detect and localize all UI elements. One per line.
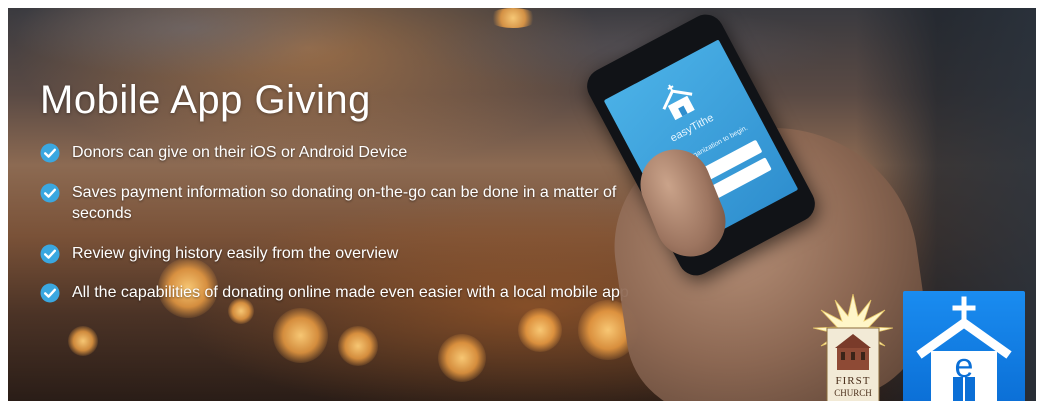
app-icon-letter: e xyxy=(955,347,974,385)
feature-item: Saves payment information so donating on… xyxy=(40,182,630,224)
church-logo: FIRST CHURCH xyxy=(813,294,893,401)
bokeh-light xyxy=(488,8,538,28)
feature-list: Donors can give on their iOS or Android … xyxy=(40,142,630,303)
church-logo-line1: FIRST xyxy=(836,375,871,387)
app-icon: e xyxy=(903,291,1025,401)
bokeh-light xyxy=(273,308,328,363)
feature-text: Saves payment information so donating on… xyxy=(72,184,617,222)
check-circle-icon xyxy=(40,244,60,264)
feature-text: Review giving history easily from the ov… xyxy=(72,245,399,262)
church-logo-line2: CHURCH xyxy=(834,388,872,398)
feature-item: Donors can give on their iOS or Android … xyxy=(40,142,630,163)
page-title: Mobile App Giving xyxy=(40,78,371,122)
bokeh-light xyxy=(518,308,562,352)
bokeh-light xyxy=(68,326,98,356)
bokeh-light xyxy=(438,334,486,382)
hero-banner: Mobile App Giving Donors can give on the… xyxy=(8,8,1036,401)
check-circle-icon xyxy=(40,283,60,303)
feature-item: All the capabilities of donating online … xyxy=(40,282,630,303)
bokeh-light xyxy=(338,326,378,366)
feature-text: All the capabilities of donating online … xyxy=(72,284,629,301)
feature-text: Donors can give on their iOS or Android … xyxy=(72,144,408,161)
check-circle-icon xyxy=(40,143,60,163)
check-circle-icon xyxy=(40,183,60,203)
feature-item: Review giving history easily from the ov… xyxy=(40,243,630,264)
church-house-icon: e xyxy=(916,296,1012,401)
